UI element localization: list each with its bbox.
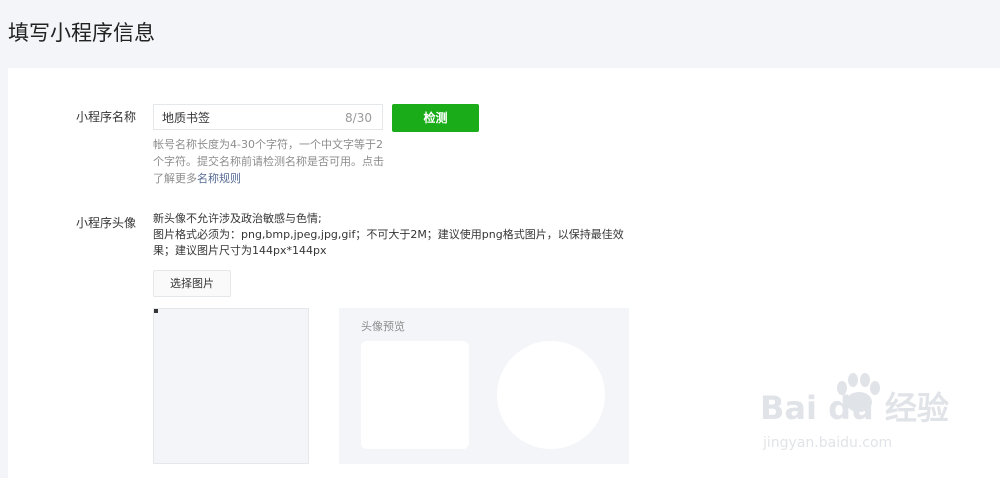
name-label: 小程序名称 (76, 110, 137, 124)
avatar-rules: 新头像不允许涉及政治敏感与色情; 图片格式必须为：png,bmp,jpeg,jp… (153, 211, 723, 259)
avatar-rule-line: 图片格式必须为：png,bmp,jpeg,jpg,gif；不可大于2M；建议使用… (153, 228, 624, 241)
avatar-rule-line: 新头像不允许涉及政治敏感与色情; (153, 212, 322, 225)
avatar-crop-area[interactable] (153, 308, 309, 464)
page-title: 填写小程序信息 (8, 21, 155, 45)
name-hint-text: 帐号名称长度为4-30个字符，一个中文字等于2个字符。提交名称前请检测名称是否可… (153, 138, 384, 185)
name-char-counter: 8/30 (345, 111, 372, 125)
avatar-preview-circle (497, 341, 605, 449)
watermark-url: jingyan.baidu.com (763, 435, 893, 451)
name-input[interactable]: 地质书签 8/30 (153, 104, 383, 130)
check-name-button[interactable]: 检测 (392, 104, 479, 132)
baidu-jingyan-watermark: Bai du 经验 jingyan.baidu.com (760, 372, 975, 472)
choose-image-button[interactable]: 选择图片 (153, 270, 231, 297)
avatar-preview-title: 头像预览 (361, 320, 405, 333)
avatar-preview: 头像预览 (339, 308, 629, 464)
avatar-label: 小程序头像 (76, 216, 137, 230)
avatar-preview-square (361, 341, 469, 449)
name-hint: 帐号名称长度为4-30个字符，一个中文字等于2个字符。提交名称前请检测名称是否可… (153, 136, 393, 187)
crop-handle[interactable] (154, 309, 158, 313)
page-header: 填写小程序信息 (0, 0, 1000, 68)
avatar-rule-line: 果；建议图片尺寸为144px*144px (153, 244, 327, 257)
name-rules-link[interactable]: 名称规则 (197, 172, 241, 185)
name-input-value[interactable]: 地质书签 (162, 110, 210, 126)
watermark-brand: Bai du 经验 (760, 389, 949, 427)
